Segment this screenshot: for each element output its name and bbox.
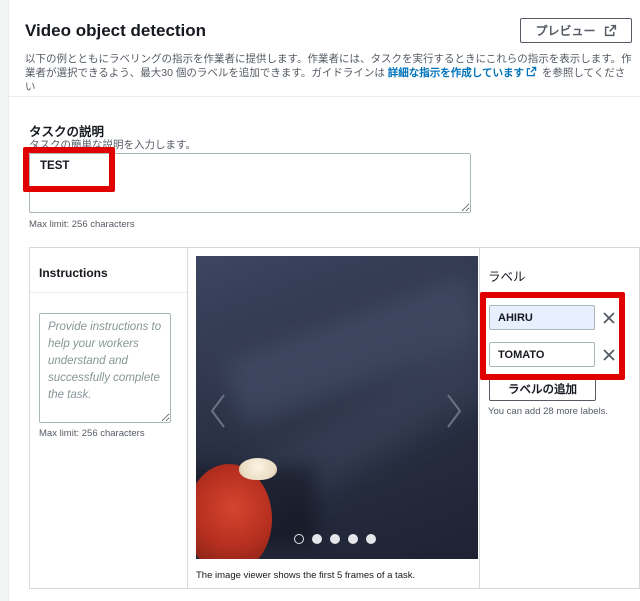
close-icon	[603, 349, 615, 361]
image-viewer-caption: The image viewer shows the first 5 frame…	[196, 570, 416, 581]
task-description-help: タスクの簡単な説明を入力します。	[29, 139, 196, 151]
header: Video object detection プレビュー 以下の例とともにラベリ…	[9, 0, 640, 97]
task-description-limit: Max limit: 256 characters	[29, 219, 135, 230]
external-link-icon[interactable]	[526, 66, 537, 77]
frame-dot[interactable]	[330, 534, 340, 544]
chevron-right-icon	[447, 394, 462, 428]
frame-dot[interactable]	[366, 534, 376, 544]
labels-panel: ラベル ラベルの追加 You can add 28 more labels.	[480, 248, 639, 588]
labels-title: ラベル	[488, 270, 526, 284]
description: 以下の例とともにラベリングの指示を作業者に提供します。作業者には、タスクを実行す…	[25, 52, 635, 94]
video-frame-image	[196, 256, 478, 559]
add-label-button[interactable]: ラベルの追加	[489, 377, 596, 401]
instructions-editor: Instructions Max limit: 256 characters	[29, 247, 640, 589]
frame-dot[interactable]	[348, 534, 358, 544]
previous-frame-button[interactable]	[208, 391, 228, 431]
next-frame-button[interactable]	[444, 391, 464, 431]
remove-label-button[interactable]	[602, 348, 616, 362]
preview-button-label: プレビュー	[535, 24, 596, 38]
task-description-input[interactable]	[29, 153, 471, 213]
instructions-panel: Instructions Max limit: 256 characters	[30, 248, 188, 588]
page-title: Video object detection	[25, 21, 207, 40]
page: Video object detection プレビュー 以下の例とともにラベリ…	[8, 0, 640, 601]
chevron-left-icon	[210, 394, 225, 428]
frame-pagination	[294, 534, 376, 544]
labels-remaining-note: You can add 28 more labels.	[488, 406, 609, 417]
guidelines-link[interactable]: 詳細な指示を作成しています	[388, 67, 524, 79]
close-icon	[603, 312, 615, 324]
instructions-title: Instructions	[30, 248, 187, 293]
remove-label-button[interactable]	[602, 311, 616, 325]
external-link-icon	[604, 24, 616, 37]
label-input[interactable]	[489, 342, 595, 367]
frame-dot[interactable]	[312, 534, 322, 544]
label-input[interactable]	[489, 305, 595, 330]
preview-button[interactable]: プレビュー	[520, 18, 632, 43]
instructions-limit: Max limit: 256 characters	[39, 428, 145, 439]
image-viewer-panel: The image viewer shows the first 5 frame…	[188, 248, 480, 588]
instructions-input[interactable]	[39, 313, 171, 423]
tomato-top-object	[239, 458, 277, 480]
frame-dot[interactable]	[294, 534, 304, 544]
